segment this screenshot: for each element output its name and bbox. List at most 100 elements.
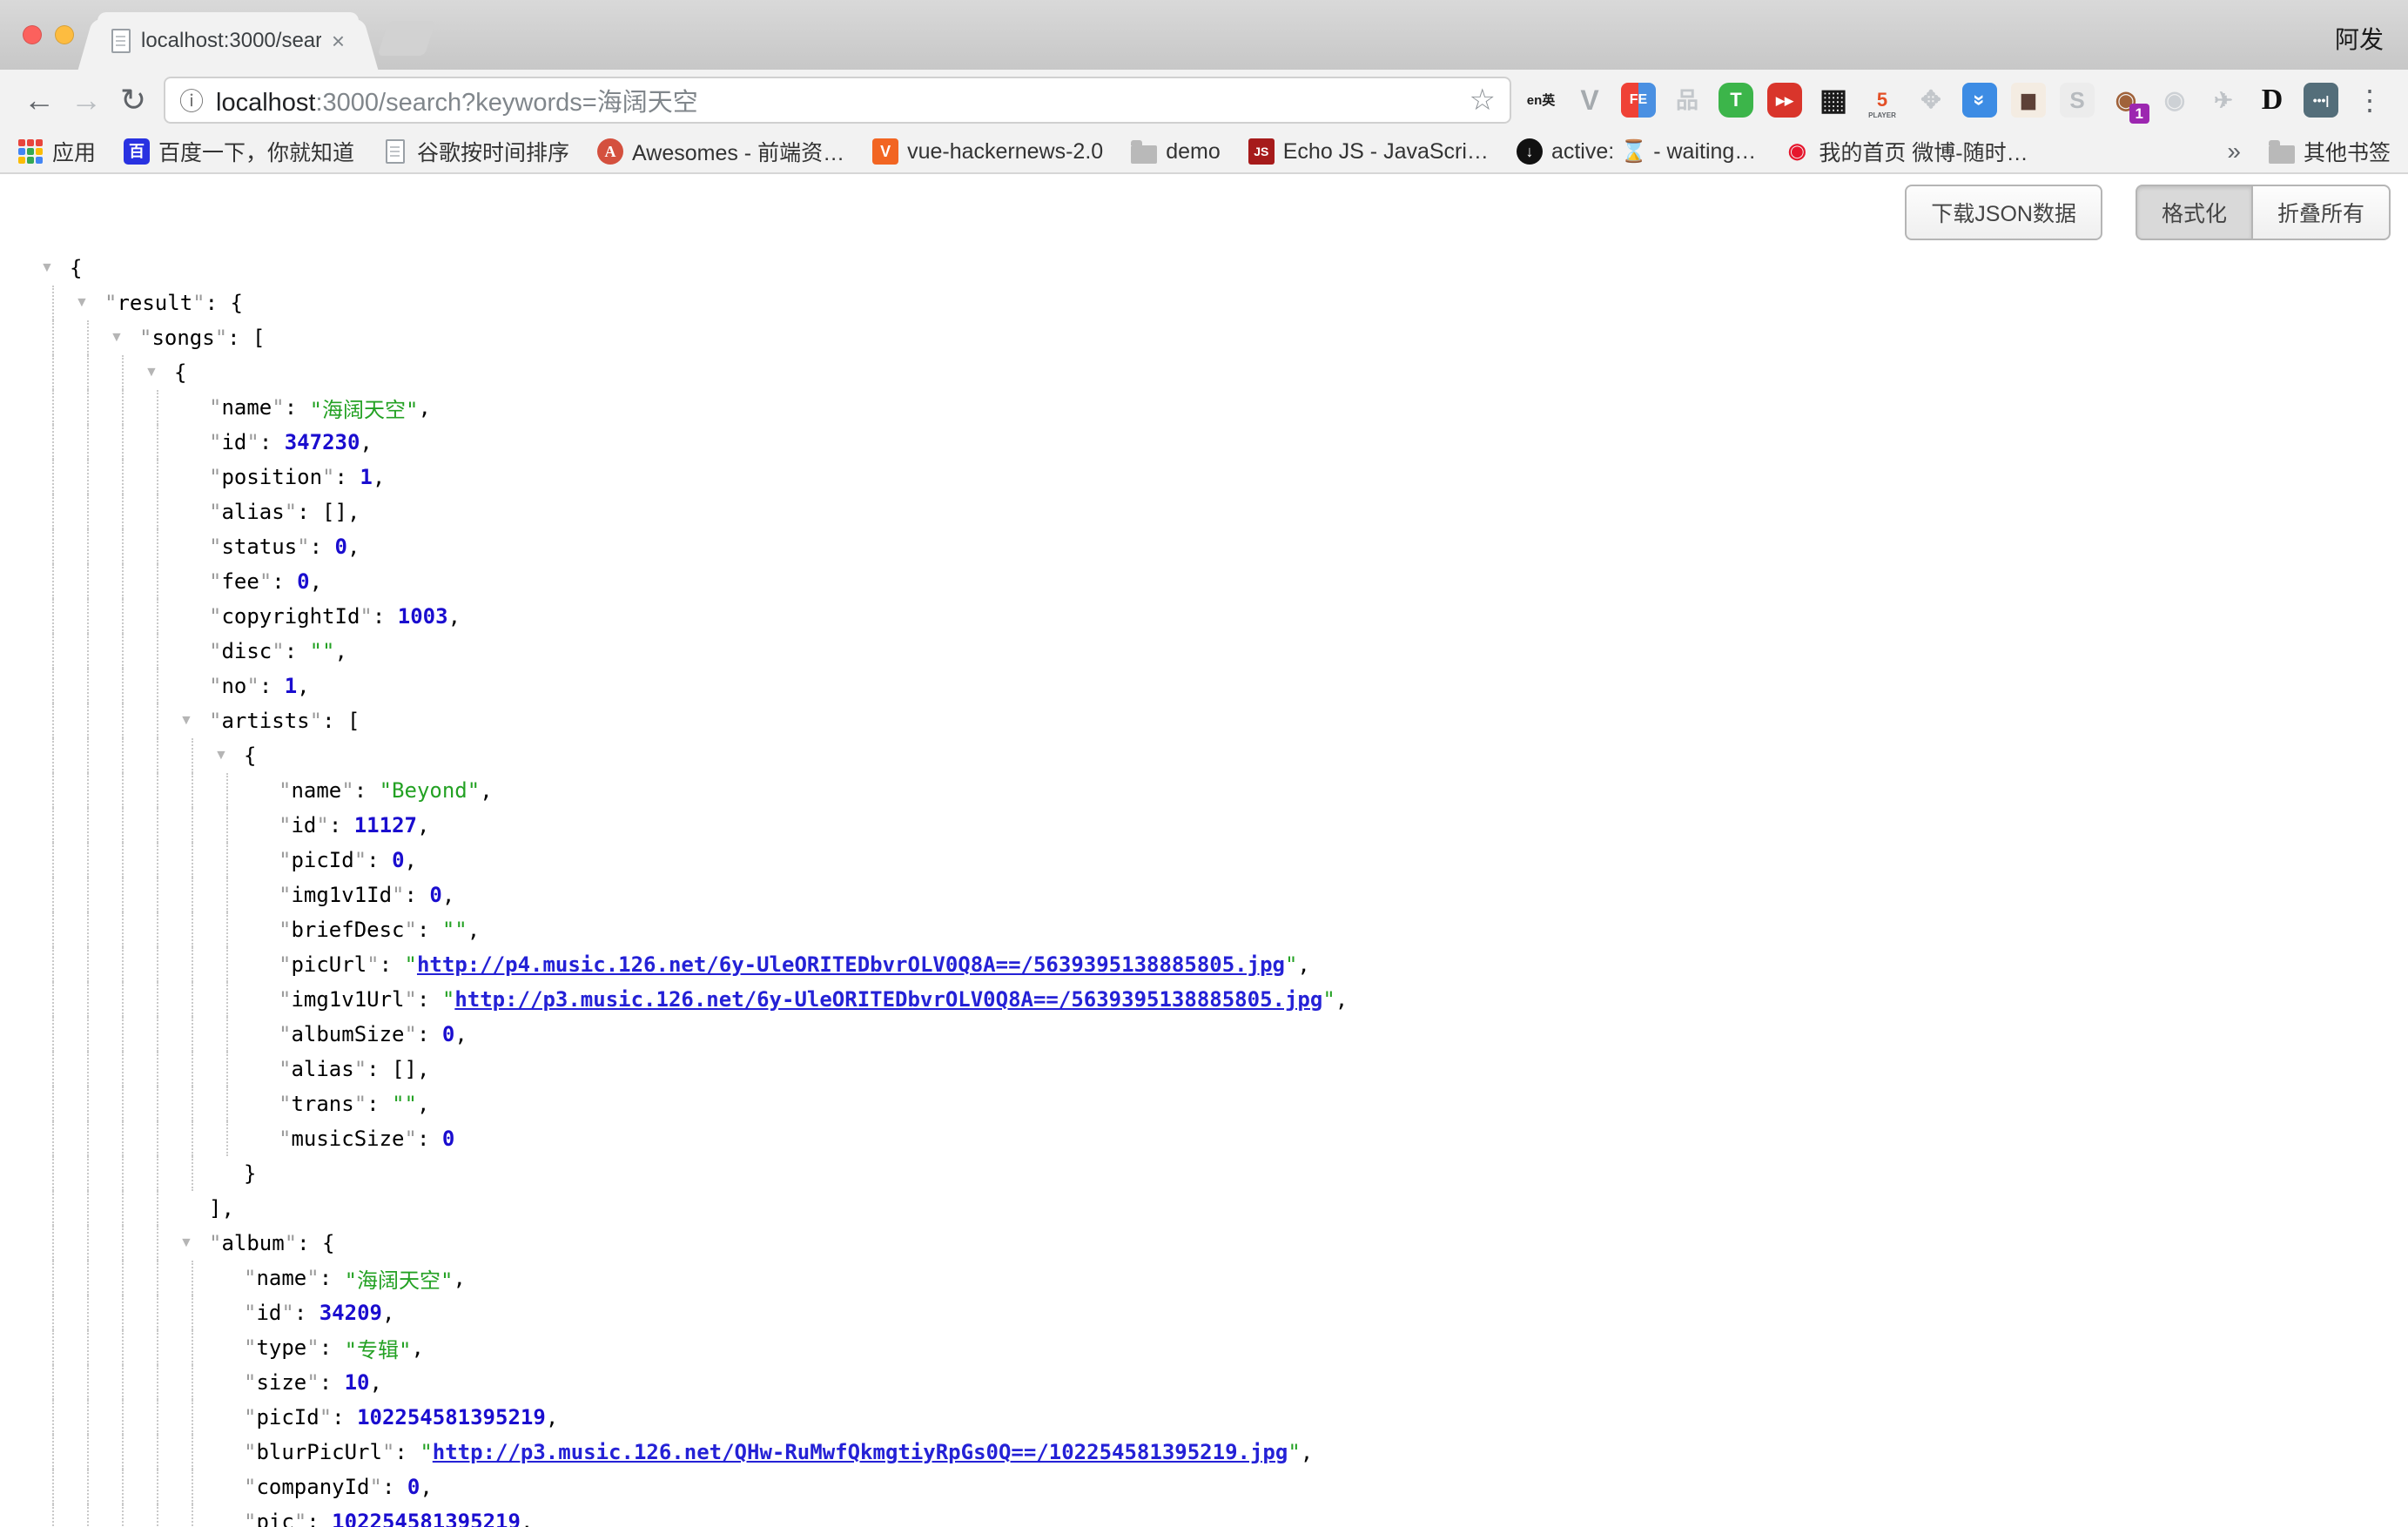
json-punctuation: : <box>332 1405 357 1429</box>
json-line: "companyId": 0, <box>40 1470 2408 1504</box>
json-url-link[interactable]: http://p4.music.126.net/6y-UleORITEDbvrO… <box>417 952 1285 977</box>
bird-icon[interactable]: ✈ <box>2206 83 2241 118</box>
json-line: "alias": [], <box>40 494 2408 529</box>
stylish-icon[interactable]: S <box>2060 83 2095 118</box>
vimium-icon[interactable]: » <box>1962 83 1997 118</box>
indent-guide <box>110 1400 145 1435</box>
json-punctuation: : { <box>205 291 243 315</box>
bookmark-apps[interactable]: 应用 <box>17 136 96 167</box>
close-window-button[interactable] <box>23 25 42 44</box>
vue-devtools-icon[interactable]: V <box>1572 83 1607 118</box>
profile-name[interactable]: 阿发 <box>2335 21 2384 56</box>
indent-guide <box>40 1121 75 1156</box>
indent-guide <box>40 529 75 564</box>
json-url-link[interactable]: http://p3.music.126.net/QHw-RuMwfQkmgtiy… <box>433 1440 1288 1464</box>
bookmark-google-time[interactable]: 谷歌按时间排序 <box>382 136 569 167</box>
json-number-value: 34209 <box>319 1301 382 1325</box>
collapse-all-button[interactable]: 折叠所有 <box>2252 185 2391 240</box>
json-punctuation: : [], <box>367 1057 429 1081</box>
indent-guide <box>40 1365 75 1400</box>
d-ext-icon[interactable]: D <box>2255 83 2290 118</box>
json-punctuation: , <box>347 535 360 559</box>
extensions-row: en英 V FE 品T ▶▶ ▦ 5PLAYER ✥ » ▆ S ◉1 ◉ ✈ D •••| <box>1523 83 2338 118</box>
minimize-window-button[interactable] <box>55 25 74 44</box>
bookmark-demo[interactable]: demo <box>1131 138 1221 165</box>
bookmark-label: active: ⌛ - waiting… <box>1551 139 1756 165</box>
json-punctuation: , <box>360 430 372 454</box>
collapse-toggle-icon[interactable]: ▼ <box>110 330 139 346</box>
json-number-value: 102254581395219 <box>357 1405 546 1429</box>
translate-icon[interactable]: en英 <box>1523 83 1558 118</box>
bookmark-star-icon[interactable]: ☆ <box>1470 83 1496 118</box>
url-text: localhost:3000/search?keywords=海阔天空 <box>216 82 698 118</box>
address-bar[interactable]: ⓘ localhost:3000/search?keywords=海阔天空 ☆ <box>164 77 1511 124</box>
json-number-value: 347230 <box>285 430 360 454</box>
indent-guide <box>110 878 145 912</box>
sitemap-icon[interactable]: 品 <box>1670 83 1705 118</box>
download-json-button[interactable]: 下载JSON数据 <box>1905 185 2102 240</box>
json-line: ▼"songs": [ <box>40 320 2408 355</box>
back-button[interactable]: ← <box>16 82 63 118</box>
json-key: id <box>221 430 246 454</box>
json-punctuation: : <box>310 535 335 559</box>
json-punctuation: { <box>244 743 256 768</box>
indent-guide <box>145 425 179 460</box>
indent-guide <box>40 878 75 912</box>
indent-guide <box>40 634 75 669</box>
shield-icon[interactable]: T <box>1719 83 1753 118</box>
json-line: "briefDesc": "", <box>40 912 2408 947</box>
page-info-icon[interactable]: ⓘ <box>179 83 204 118</box>
paw-icon[interactable]: ✥ <box>1914 83 1948 118</box>
json-punctuation: , <box>335 639 347 663</box>
collapse-toggle-icon[interactable]: ▼ <box>145 365 174 380</box>
weibo-ext-icon[interactable]: ◉ <box>2157 83 2192 118</box>
json-punctuation: : <box>335 465 360 489</box>
bookmark-vue-hackernews[interactable]: Vvue-hackernews-2.0 <box>872 138 1103 165</box>
collapse-toggle-icon[interactable]: ▼ <box>179 1235 209 1251</box>
bookmark-weibo[interactable]: ◉我的首页 微博-随时… <box>1784 136 2028 167</box>
indent-guide <box>145 1470 179 1504</box>
ninja-icon[interactable]: ▆ <box>2011 83 2046 118</box>
json-line: "name": "海阔天空", <box>40 1261 2408 1295</box>
json-line: ▼"artists": [ <box>40 703 2408 738</box>
password-icon[interactable]: •••| <box>2304 83 2338 118</box>
tampermonkey-icon[interactable]: ◉1 <box>2109 83 2143 118</box>
bookmark-awesomes[interactable]: AAwesomes - 前端资… <box>597 136 844 167</box>
json-line: "blurPicUrl": "http://p3.music.126.net/Q… <box>40 1435 2408 1470</box>
json-key: id <box>256 1301 281 1325</box>
browser-menu-icon[interactable]: ⋮ <box>2352 84 2387 117</box>
bookmark-baidu[interactable]: 百百度一下，你就知道 <box>124 136 354 167</box>
json-number-value: 0 <box>392 848 404 872</box>
html5-player-icon[interactable]: 5PLAYER <box>1865 83 1900 118</box>
json-key: alias <box>291 1057 353 1081</box>
qrcode-icon[interactable]: ▦ <box>1816 83 1851 118</box>
video-speed-icon[interactable]: ▶▶ <box>1767 83 1802 118</box>
other-bookmarks[interactable]: 其他书签 <box>2269 136 2391 167</box>
bookmarks-overflow-icon[interactable]: » <box>2227 138 2241 165</box>
reload-button[interactable]: ↻ <box>110 82 157 118</box>
indent-guide <box>145 808 179 843</box>
format-button[interactable]: 格式化 <box>2136 185 2252 240</box>
bookmark-weibo-icon: ◉ <box>1784 138 1810 165</box>
json-key: companyId <box>256 1475 369 1499</box>
json-line: "status": 0, <box>40 529 2408 564</box>
collapse-toggle-icon[interactable]: ▼ <box>214 748 244 764</box>
browser-tab[interactable]: localhost:3000/search?keywor × <box>98 12 359 70</box>
indent-guide <box>40 808 75 843</box>
collapse-toggle-icon[interactable]: ▼ <box>75 295 104 311</box>
json-line: "type": "专辑", <box>40 1330 2408 1365</box>
collapse-toggle-icon[interactable]: ▼ <box>40 260 70 276</box>
bookmark-active[interactable]: ↓active: ⌛ - waiting… <box>1517 138 1756 165</box>
json-url-link[interactable]: http://p3.music.126.net/6y-UleORITEDbvrO… <box>454 987 1322 1012</box>
tab-close-icon[interactable]: × <box>332 28 345 55</box>
fehelper-icon[interactable]: FE <box>1621 83 1656 118</box>
json-punctuation: , <box>448 604 461 629</box>
new-tab-button[interactable] <box>378 21 436 56</box>
collapse-toggle-icon[interactable]: ▼ <box>179 713 209 729</box>
bookmark-echojs[interactable]: JSEcho JS - JavaScri… <box>1248 138 1489 165</box>
forward-button[interactable]: → <box>63 82 110 118</box>
json-line: "picId": 0, <box>40 843 2408 878</box>
json-number-value: 0 <box>297 569 309 594</box>
indent-guide <box>40 460 75 494</box>
json-punctuation: , <box>546 1405 558 1429</box>
